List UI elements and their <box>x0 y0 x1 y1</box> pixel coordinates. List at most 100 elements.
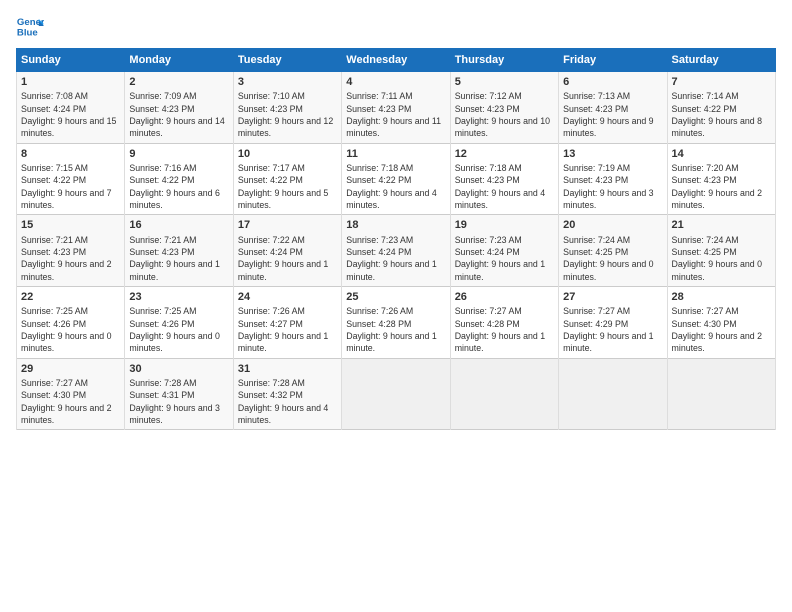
cell-info: Sunrise: 7:08 AMSunset: 4:24 PMDaylight:… <box>21 90 120 139</box>
calendar-cell: 18Sunrise: 7:23 AMSunset: 4:24 PMDayligh… <box>342 215 450 287</box>
calendar-cell: 26Sunrise: 7:27 AMSunset: 4:28 PMDayligh… <box>450 286 558 358</box>
day-number: 27 <box>563 290 662 305</box>
day-number: 17 <box>238 218 337 233</box>
calendar-cell: 20Sunrise: 7:24 AMSunset: 4:25 PMDayligh… <box>559 215 667 287</box>
logo: General Blue <box>16 12 44 40</box>
calendar-cell: 13Sunrise: 7:19 AMSunset: 4:23 PMDayligh… <box>559 143 667 215</box>
calendar-cell: 3Sunrise: 7:10 AMSunset: 4:23 PMDaylight… <box>233 72 341 144</box>
cell-info: Sunrise: 7:13 AMSunset: 4:23 PMDaylight:… <box>563 90 662 139</box>
cell-info: Sunrise: 7:19 AMSunset: 4:23 PMDaylight:… <box>563 162 662 211</box>
cell-info: Sunrise: 7:26 AMSunset: 4:28 PMDaylight:… <box>346 305 445 354</box>
cell-info: Sunrise: 7:11 AMSunset: 4:23 PMDaylight:… <box>346 90 445 139</box>
cell-info: Sunrise: 7:24 AMSunset: 4:25 PMDaylight:… <box>672 234 771 283</box>
cell-info: Sunrise: 7:21 AMSunset: 4:23 PMDaylight:… <box>129 234 228 283</box>
cell-info: Sunrise: 7:09 AMSunset: 4:23 PMDaylight:… <box>129 90 228 139</box>
svg-text:Blue: Blue <box>17 28 38 39</box>
calendar-cell: 24Sunrise: 7:26 AMSunset: 4:27 PMDayligh… <box>233 286 341 358</box>
weekday-header-thursday: Thursday <box>450 49 558 72</box>
day-number: 23 <box>129 290 228 305</box>
day-number: 13 <box>563 147 662 162</box>
calendar-cell: 25Sunrise: 7:26 AMSunset: 4:28 PMDayligh… <box>342 286 450 358</box>
calendar-cell: 16Sunrise: 7:21 AMSunset: 4:23 PMDayligh… <box>125 215 233 287</box>
day-number: 9 <box>129 147 228 162</box>
calendar-cell: 22Sunrise: 7:25 AMSunset: 4:26 PMDayligh… <box>17 286 125 358</box>
day-number: 21 <box>672 218 771 233</box>
calendar-cell: 17Sunrise: 7:22 AMSunset: 4:24 PMDayligh… <box>233 215 341 287</box>
cell-info: Sunrise: 7:26 AMSunset: 4:27 PMDaylight:… <box>238 305 337 354</box>
week-row-5: 29Sunrise: 7:27 AMSunset: 4:30 PMDayligh… <box>17 358 776 430</box>
calendar-table: SundayMondayTuesdayWednesdayThursdayFrid… <box>16 48 776 430</box>
day-number: 24 <box>238 290 337 305</box>
cell-info: Sunrise: 7:27 AMSunset: 4:30 PMDaylight:… <box>672 305 771 354</box>
calendar-cell: 6Sunrise: 7:13 AMSunset: 4:23 PMDaylight… <box>559 72 667 144</box>
day-number: 30 <box>129 362 228 377</box>
calendar-cell: 7Sunrise: 7:14 AMSunset: 4:22 PMDaylight… <box>667 72 775 144</box>
calendar-cell: 19Sunrise: 7:23 AMSunset: 4:24 PMDayligh… <box>450 215 558 287</box>
day-number: 4 <box>346 75 445 90</box>
calendar-cell <box>667 358 775 430</box>
cell-info: Sunrise: 7:25 AMSunset: 4:26 PMDaylight:… <box>129 305 228 354</box>
day-number: 2 <box>129 75 228 90</box>
day-number: 20 <box>563 218 662 233</box>
weekday-header-wednesday: Wednesday <box>342 49 450 72</box>
cell-info: Sunrise: 7:17 AMSunset: 4:22 PMDaylight:… <box>238 162 337 211</box>
weekday-header-row: SundayMondayTuesdayWednesdayThursdayFrid… <box>17 49 776 72</box>
cell-info: Sunrise: 7:24 AMSunset: 4:25 PMDaylight:… <box>563 234 662 283</box>
cell-info: Sunrise: 7:12 AMSunset: 4:23 PMDaylight:… <box>455 90 554 139</box>
cell-info: Sunrise: 7:15 AMSunset: 4:22 PMDaylight:… <box>21 162 120 211</box>
calendar-cell: 12Sunrise: 7:18 AMSunset: 4:23 PMDayligh… <box>450 143 558 215</box>
calendar-cell: 11Sunrise: 7:18 AMSunset: 4:22 PMDayligh… <box>342 143 450 215</box>
cell-info: Sunrise: 7:14 AMSunset: 4:22 PMDaylight:… <box>672 90 771 139</box>
cell-info: Sunrise: 7:16 AMSunset: 4:22 PMDaylight:… <box>129 162 228 211</box>
calendar-cell: 31Sunrise: 7:28 AMSunset: 4:32 PMDayligh… <box>233 358 341 430</box>
day-number: 18 <box>346 218 445 233</box>
day-number: 5 <box>455 75 554 90</box>
day-number: 14 <box>672 147 771 162</box>
cell-info: Sunrise: 7:25 AMSunset: 4:26 PMDaylight:… <box>21 305 120 354</box>
day-number: 12 <box>455 147 554 162</box>
weekday-header-sunday: Sunday <box>17 49 125 72</box>
calendar-cell <box>342 358 450 430</box>
cell-info: Sunrise: 7:28 AMSunset: 4:32 PMDaylight:… <box>238 377 337 426</box>
cell-info: Sunrise: 7:18 AMSunset: 4:22 PMDaylight:… <box>346 162 445 211</box>
calendar-cell: 5Sunrise: 7:12 AMSunset: 4:23 PMDaylight… <box>450 72 558 144</box>
week-row-3: 15Sunrise: 7:21 AMSunset: 4:23 PMDayligh… <box>17 215 776 287</box>
cell-info: Sunrise: 7:22 AMSunset: 4:24 PMDaylight:… <box>238 234 337 283</box>
day-number: 25 <box>346 290 445 305</box>
calendar-cell <box>559 358 667 430</box>
week-row-1: 1Sunrise: 7:08 AMSunset: 4:24 PMDaylight… <box>17 72 776 144</box>
day-number: 29 <box>21 362 120 377</box>
day-number: 3 <box>238 75 337 90</box>
header: General Blue <box>16 12 776 40</box>
day-number: 19 <box>455 218 554 233</box>
calendar-body: 1Sunrise: 7:08 AMSunset: 4:24 PMDaylight… <box>17 72 776 430</box>
day-number: 8 <box>21 147 120 162</box>
day-number: 7 <box>672 75 771 90</box>
calendar-cell: 8Sunrise: 7:15 AMSunset: 4:22 PMDaylight… <box>17 143 125 215</box>
day-number: 26 <box>455 290 554 305</box>
day-number: 16 <box>129 218 228 233</box>
logo-icon: General Blue <box>16 12 44 40</box>
calendar-cell: 15Sunrise: 7:21 AMSunset: 4:23 PMDayligh… <box>17 215 125 287</box>
calendar-cell: 30Sunrise: 7:28 AMSunset: 4:31 PMDayligh… <box>125 358 233 430</box>
cell-info: Sunrise: 7:27 AMSunset: 4:30 PMDaylight:… <box>21 377 120 426</box>
cell-info: Sunrise: 7:27 AMSunset: 4:28 PMDaylight:… <box>455 305 554 354</box>
calendar-cell <box>450 358 558 430</box>
calendar-cell: 14Sunrise: 7:20 AMSunset: 4:23 PMDayligh… <box>667 143 775 215</box>
calendar-cell: 21Sunrise: 7:24 AMSunset: 4:25 PMDayligh… <box>667 215 775 287</box>
calendar-cell: 4Sunrise: 7:11 AMSunset: 4:23 PMDaylight… <box>342 72 450 144</box>
day-number: 6 <box>563 75 662 90</box>
cell-info: Sunrise: 7:10 AMSunset: 4:23 PMDaylight:… <box>238 90 337 139</box>
weekday-header-monday: Monday <box>125 49 233 72</box>
calendar-cell: 2Sunrise: 7:09 AMSunset: 4:23 PMDaylight… <box>125 72 233 144</box>
calendar-cell: 28Sunrise: 7:27 AMSunset: 4:30 PMDayligh… <box>667 286 775 358</box>
day-number: 11 <box>346 147 445 162</box>
calendar-cell: 29Sunrise: 7:27 AMSunset: 4:30 PMDayligh… <box>17 358 125 430</box>
calendar-cell: 10Sunrise: 7:17 AMSunset: 4:22 PMDayligh… <box>233 143 341 215</box>
weekday-header-friday: Friday <box>559 49 667 72</box>
day-number: 28 <box>672 290 771 305</box>
day-number: 31 <box>238 362 337 377</box>
cell-info: Sunrise: 7:27 AMSunset: 4:29 PMDaylight:… <box>563 305 662 354</box>
calendar-page: General Blue SundayMondayTuesdayWednesda… <box>0 0 792 612</box>
calendar-cell: 9Sunrise: 7:16 AMSunset: 4:22 PMDaylight… <box>125 143 233 215</box>
